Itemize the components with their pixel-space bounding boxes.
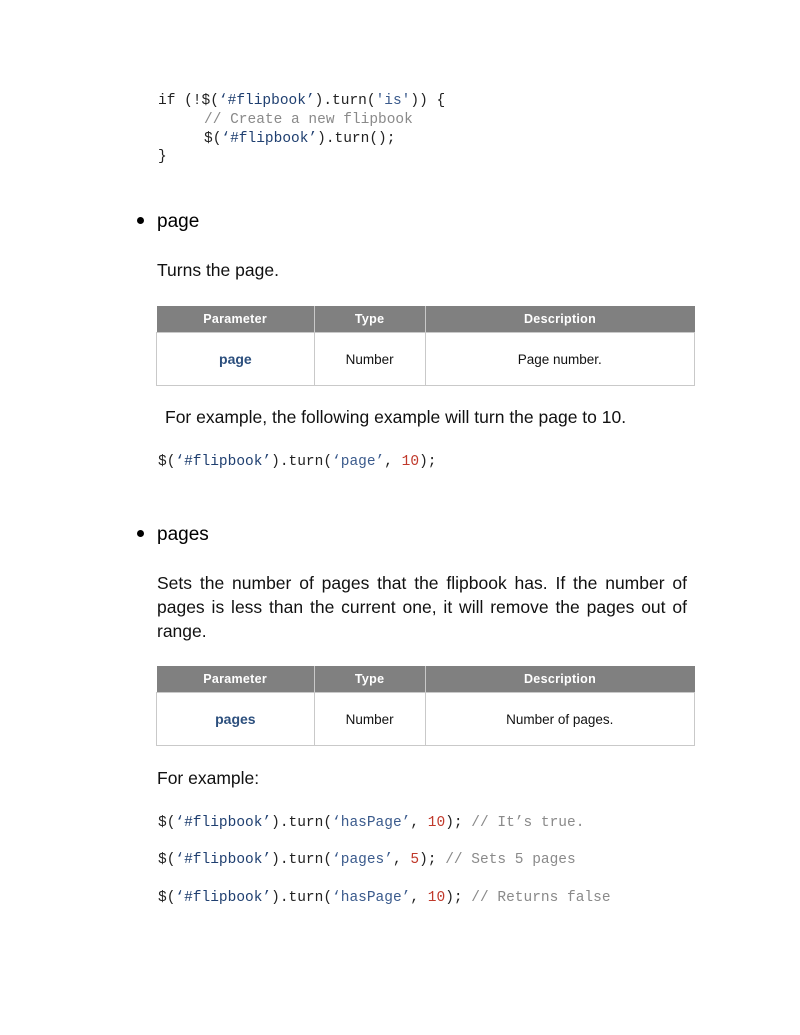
section-description-page: Turns the page.	[157, 260, 279, 280]
code-end: )) {	[410, 93, 446, 109]
param-description: Page number.	[424, 332, 696, 386]
example-code-line: $(‘#flipbook’).turn(‘pages’, 5); // Sets…	[158, 851, 576, 869]
code-call: ).turn(	[314, 93, 376, 109]
code-number: 10	[427, 815, 446, 831]
table-header-row: Parameter Type Description	[156, 666, 695, 693]
code-line-if: if (!$(‘#flipbook’).turn('is')) {	[158, 92, 445, 110]
code-keyword: if (!$(	[158, 93, 219, 109]
code-number: 10	[427, 890, 446, 906]
code-pre: $(	[158, 890, 176, 906]
code-number: 10	[401, 454, 420, 470]
table-header-type: Type	[314, 306, 426, 333]
table-row: page Number Page number.	[156, 332, 696, 386]
param-name: page	[156, 332, 315, 386]
example-text-pages: For example:	[157, 768, 260, 788]
param-type: Number	[313, 692, 426, 746]
bullet-icon	[137, 530, 144, 537]
table-header-description: Description	[425, 306, 695, 333]
code-end: );	[445, 815, 472, 831]
code-string: 'is'	[375, 93, 411, 109]
code-end: ).turn();	[317, 131, 396, 147]
example-code-line: $(‘#flipbook’).turn(‘hasPage’, 10); // R…	[158, 889, 611, 907]
code-string: ‘hasPage’	[332, 815, 411, 831]
code-sep: ,	[410, 815, 428, 831]
code-sep: ,	[384, 454, 402, 470]
parameter-table-page: Parameter Type Description page Number P…	[156, 306, 696, 386]
table-header-row: Parameter Type Description	[156, 306, 695, 333]
code-string: ‘hasPage’	[332, 890, 411, 906]
section-title-pages: pages	[157, 524, 209, 545]
parameter-table-pages: Parameter Type Description pages Number …	[156, 666, 696, 746]
section-title-page: page	[157, 211, 200, 232]
param-name: pages	[156, 692, 315, 746]
code-pre: $(	[158, 454, 176, 470]
code-end: );	[445, 890, 472, 906]
table-header-parameter: Parameter	[156, 666, 315, 693]
example-code-page: $(‘#flipbook’).turn(‘page’, 10);	[158, 453, 436, 471]
code-comment: // It’s true.	[471, 815, 585, 831]
code-number: 5	[410, 852, 420, 868]
code-pre: $(	[158, 815, 176, 831]
code-pre: $(	[204, 131, 222, 147]
code-call: ).turn(	[271, 815, 333, 831]
code-string: ‘pages’	[332, 852, 393, 868]
code-call: ).turn(	[271, 454, 333, 470]
code-selector: ‘#flipbook’	[221, 131, 318, 147]
param-type: Number	[313, 332, 426, 386]
example-code-line: $(‘#flipbook’).turn(‘hasPage’, 10); // I…	[158, 814, 584, 832]
bullet-icon	[137, 217, 144, 224]
code-comment: // Returns false	[471, 890, 611, 906]
table-header-description: Description	[425, 666, 695, 693]
code-call: ).turn(	[271, 852, 333, 868]
code-comment: // Create a new flipbook	[204, 112, 413, 128]
param-description: Number of pages.	[424, 692, 696, 746]
code-string: ‘page’	[332, 454, 385, 470]
code-end: );	[419, 852, 446, 868]
code-call: ).turn(	[271, 890, 333, 906]
table-header-parameter: Parameter	[156, 306, 315, 333]
code-sep: ,	[410, 890, 428, 906]
code-selector: ‘#flipbook’	[175, 454, 272, 470]
code-line-create: $(‘#flipbook’).turn();	[204, 130, 395, 148]
table-header-type: Type	[314, 666, 426, 693]
code-selector: ‘#flipbook’	[175, 852, 272, 868]
code-comment: // Sets 5 pages	[445, 852, 576, 868]
example-text-page: For example, the following example will …	[165, 407, 627, 427]
section-description-pages: Sets the number of pages that the flipbo…	[157, 573, 687, 641]
table-row: pages Number Number of pages.	[156, 692, 696, 746]
code-pre: $(	[158, 852, 176, 868]
code-selector: ‘#flipbook’	[175, 815, 272, 831]
code-selector: ‘#flipbook’	[175, 890, 272, 906]
code-close-brace: }	[158, 149, 167, 165]
code-sep: ,	[392, 852, 411, 868]
code-selector: ‘#flipbook’	[218, 93, 315, 109]
code-end: );	[419, 454, 437, 470]
